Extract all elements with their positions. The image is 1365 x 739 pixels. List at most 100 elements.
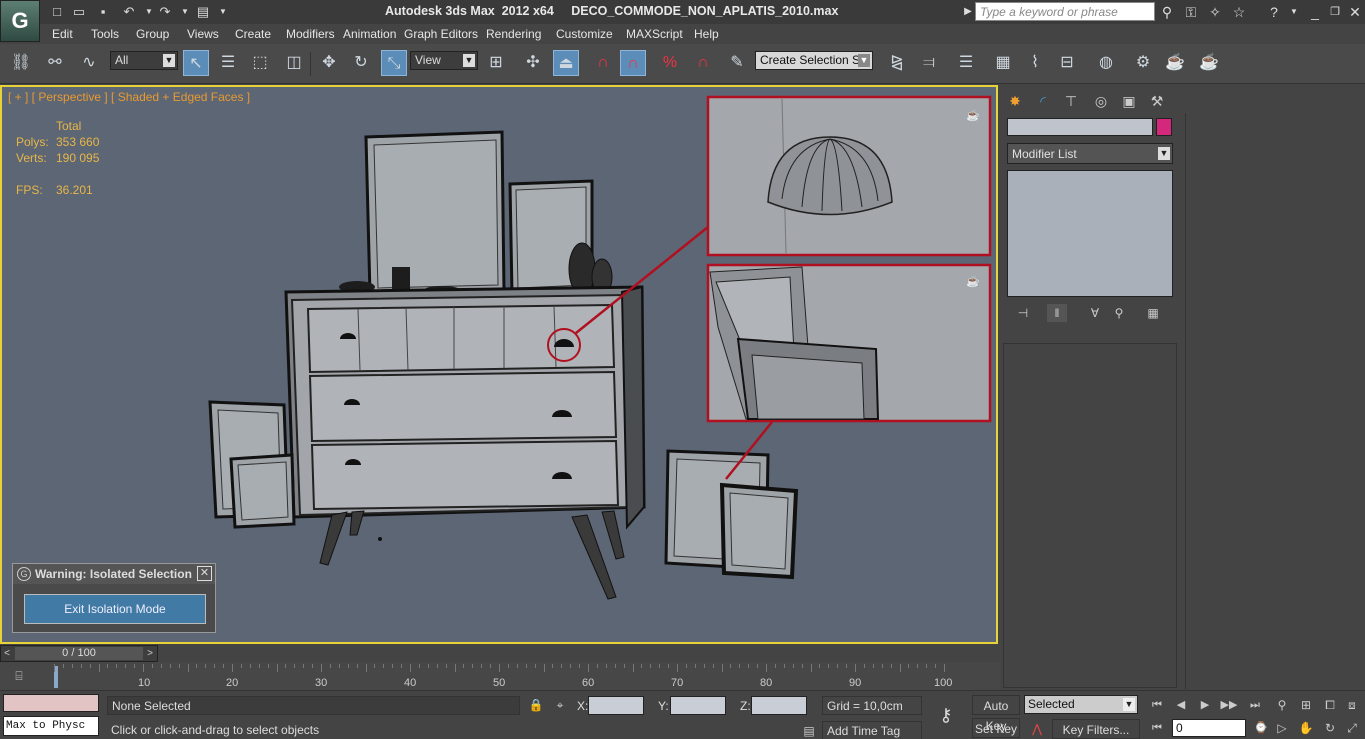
zoom-extents-all-icon[interactable]: ⧈ [1342, 696, 1362, 714]
rectangular-selection-icon[interactable]: ⬚ [247, 50, 273, 76]
layer-manager-icon[interactable]: ☰ [953, 50, 979, 76]
current-frame-field[interactable]: 0 [1172, 719, 1246, 737]
schematic-view-icon[interactable]: ⊟ [1054, 50, 1080, 76]
next-key-icon[interactable]: ▶▶ [1218, 696, 1240, 714]
help-icon[interactable]: ? [1264, 3, 1284, 21]
next-frame-icon[interactable]: > [144, 646, 156, 661]
modifier-stack-list[interactable] [1007, 170, 1173, 297]
menu-rendering[interactable]: Rendering [486, 27, 541, 41]
selection-filter-dropdown[interactable]: All ▼ [110, 51, 178, 70]
mirror-icon[interactable]: ⧎ [884, 50, 910, 76]
pin-stack-icon[interactable]: ⊣ [1013, 304, 1033, 322]
perspective-viewport[interactable]: [ + ] [ Perspective ] [ Shaded + Edged F… [0, 85, 998, 644]
align-icon[interactable]: ⫤ [916, 50, 942, 76]
menu-edit[interactable]: Edit [52, 27, 73, 41]
select-by-name-icon[interactable]: ☰ [215, 50, 241, 76]
modify-tab-icon[interactable]: ◜ [1031, 89, 1055, 113]
orbit-icon[interactable]: ↻ [1320, 719, 1340, 737]
save-icon[interactable]: ▪ [94, 3, 112, 21]
maxscript-listener-pink[interactable] [3, 694, 99, 712]
unlink-icon[interactable]: ⚯ [42, 50, 68, 76]
named-selection-dropdown[interactable]: Create Selection Se ▼ [755, 51, 873, 70]
redo-icon[interactable]: ↷ [156, 3, 174, 21]
material-editor-icon[interactable]: ◍ [1093, 50, 1119, 76]
go-to-end-icon[interactable]: ⏭ [1244, 696, 1266, 714]
exit-isolation-mode-button[interactable]: Exit Isolation Mode [24, 594, 206, 624]
object-name-field[interactable] [1007, 118, 1153, 136]
snaps-toggle-icon[interactable]: ∩ [590, 50, 616, 76]
edit-named-selection-icon[interactable]: ✎ [724, 50, 750, 76]
select-and-manipulate-icon[interactable]: ✣ [520, 50, 546, 76]
select-and-rotate-icon[interactable]: ↻ [348, 50, 374, 76]
window-crossing-icon[interactable]: ◫ [281, 50, 307, 76]
rendered-frame-window-icon[interactable]: ☕ [1162, 50, 1188, 76]
menu-graph-editors[interactable]: Graph Editors [404, 27, 478, 41]
communication-center-icon[interactable]: ✧ [1205, 3, 1225, 21]
menu-help[interactable]: Help [694, 27, 719, 41]
close-dialog-button[interactable]: ✕ [197, 566, 212, 581]
curve-editor-icon[interactable]: ⌇ [1022, 50, 1048, 76]
key-filters-button[interactable]: Key Filters... [1052, 719, 1140, 739]
set-key-mode-icon[interactable]: ⚷ [931, 705, 961, 727]
favorites-star-icon[interactable]: ☆ [1229, 3, 1249, 21]
bind-to-space-warp-icon[interactable]: ∿ [76, 50, 102, 76]
redo-dropdown-icon[interactable]: ▼ [176, 3, 194, 21]
zoom-extents-icon[interactable]: ⧠ [1320, 696, 1340, 714]
zoom-icon[interactable]: ⚲ [1272, 696, 1292, 714]
menu-modifiers[interactable]: Modifiers [286, 27, 335, 41]
keyboard-shortcut-override-icon[interactable]: ⏏ [553, 50, 579, 76]
go-to-start-icon[interactable]: ⏮ [1146, 696, 1168, 714]
minimize-window-icon[interactable]: _ [1305, 3, 1325, 21]
menu-customize[interactable]: Customize [556, 27, 613, 41]
new-file-icon[interactable]: □ [48, 3, 66, 21]
modifier-list-dropdown[interactable]: Modifier List ▼ [1007, 143, 1173, 164]
maximize-viewport-icon[interactable]: ⤢ [1342, 719, 1362, 737]
menu-animation[interactable]: Animation [343, 27, 396, 41]
select-and-move-icon[interactable]: ✥ [316, 50, 342, 76]
binoculars-icon[interactable]: ⚲ [1157, 3, 1177, 21]
configure-modifier-sets-icon[interactable]: ▦ [1143, 304, 1163, 322]
time-slider[interactable]: < 0 / 100 > [0, 645, 158, 662]
select-object-icon[interactable]: ↖ [183, 50, 209, 76]
restore-window-icon[interactable]: ❐ [1325, 3, 1345, 21]
set-key-button[interactable]: Set Key [972, 718, 1020, 738]
y-coordinate-field[interactable] [670, 696, 726, 715]
select-and-link-icon[interactable]: ⛓ [8, 50, 34, 76]
app-logo[interactable]: G [0, 0, 40, 42]
display-tab-icon[interactable]: ▣ [1117, 89, 1141, 113]
auto-key-button[interactable]: Auto Key [972, 695, 1020, 733]
selection-lock-icon[interactable]: 🔒 [527, 696, 545, 714]
object-color-swatch[interactable] [1156, 118, 1172, 136]
utilities-tab-icon[interactable]: ⚒ [1145, 89, 1169, 113]
add-time-tag-button[interactable]: Add Time Tag [822, 721, 922, 739]
make-unique-icon[interactable]: ∀ [1085, 304, 1105, 322]
time-configuration-icon[interactable]: ⌚ [1250, 719, 1272, 737]
pan-view-icon[interactable]: ✋ [1296, 719, 1316, 737]
field-of-view-icon[interactable]: ▷ [1272, 719, 1292, 737]
key-mode-toggle-icon[interactable]: ⏮ [1146, 719, 1168, 737]
menu-tools[interactable]: Tools [91, 27, 119, 41]
create-tab-icon[interactable]: ✸ [1003, 89, 1027, 113]
subscription-key-icon[interactable]: ⚿ [1181, 3, 1201, 21]
pivot-center-icon[interactable]: ⊞ [483, 50, 509, 76]
zoom-all-icon[interactable]: ⊞ [1296, 696, 1316, 714]
render-production-icon[interactable]: ☕ [1196, 50, 1222, 76]
help-dropdown-icon[interactable]: ▼ [1284, 3, 1304, 21]
scene-explorer-icon[interactable]: ▦ [990, 50, 1016, 76]
angle-snap-icon[interactable]: ∩ [620, 50, 646, 76]
close-window-icon[interactable]: ✕ [1345, 3, 1365, 21]
menu-create[interactable]: Create [235, 27, 271, 41]
project-folder-icon[interactable]: ▤ [194, 3, 212, 21]
spinner-snap-icon[interactable]: ∩ [690, 50, 716, 76]
x-coordinate-field[interactable] [588, 696, 644, 715]
mini-curve-editor-icon[interactable]: ⌸ [10, 667, 28, 685]
dialog-title[interactable]: Warning: Isolated Selection [13, 564, 215, 584]
render-setup-icon[interactable]: ⚙ [1130, 50, 1156, 76]
menu-maxscript[interactable]: MAXScript [626, 27, 683, 41]
select-and-scale-icon[interactable]: ⤡ [381, 50, 407, 76]
absolute-mode-icon[interactable]: ⌖ [551, 696, 569, 714]
percent-snap-icon[interactable]: % [657, 50, 683, 76]
time-tag-icon[interactable]: ▤ [800, 722, 818, 739]
key-selection-dropdown[interactable]: Selected ▼ [1024, 695, 1138, 714]
undo-icon[interactable]: ↶ [120, 3, 138, 21]
